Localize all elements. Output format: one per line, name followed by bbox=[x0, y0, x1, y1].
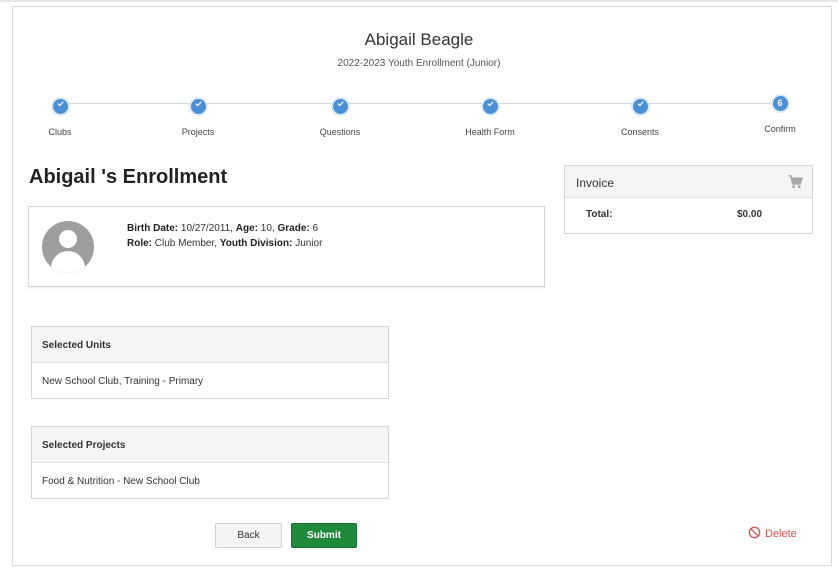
birth-date-label: Birth Date: bbox=[127, 223, 179, 234]
birth-date-value: 10/27/2011, bbox=[180, 223, 233, 234]
step-label: Consents bbox=[620, 127, 660, 137]
check-icon bbox=[632, 99, 648, 114]
step-label: Questions bbox=[319, 127, 361, 137]
step-questions[interactable]: Questions bbox=[280, 96, 400, 137]
invoice-panel: Invoice Total: $0.00 bbox=[564, 165, 813, 234]
invoice-title: Invoice bbox=[576, 176, 615, 190]
step-label: Confirm bbox=[764, 124, 796, 134]
profile-role-line: Role: Club Member, Youth Division: Junio… bbox=[127, 238, 322, 249]
selected-projects-value: Food & Nutrition - New School Club bbox=[42, 476, 200, 487]
step-number: 6 bbox=[772, 96, 788, 111]
ban-icon bbox=[748, 526, 761, 542]
selected-projects-heading: Selected Projects bbox=[32, 427, 388, 463]
check-icon bbox=[52, 99, 68, 114]
submit-button[interactable]: Submit bbox=[291, 523, 357, 548]
step-label: Projects bbox=[181, 127, 215, 137]
age-label: Age: bbox=[235, 223, 259, 234]
role-value: Club Member, bbox=[154, 238, 218, 249]
selected-units-value: New School Club, Training - Primary bbox=[42, 376, 204, 387]
role-label: Role: bbox=[127, 238, 152, 249]
grade-label: Grade: bbox=[277, 223, 310, 234]
cart-icon[interactable] bbox=[788, 175, 804, 194]
division-label: Youth Division: bbox=[219, 238, 293, 249]
age-value: 10, bbox=[260, 223, 275, 234]
profile-details-line: Birth Date: 10/27/2011, Age: 10, Grade: … bbox=[127, 223, 318, 234]
top-divider bbox=[0, 0, 838, 2]
selected-projects-panel: Selected Projects Food & Nutrition - New… bbox=[31, 426, 389, 499]
member-name: Abigail Beagle bbox=[364, 30, 474, 49]
profile-card: Birth Date: 10/27/2011, Age: 10, Grade: … bbox=[28, 206, 545, 287]
step-label: Clubs bbox=[48, 127, 72, 137]
step-confirm[interactable]: 6 Confirm bbox=[720, 96, 838, 134]
invoice-header: Invoice bbox=[565, 166, 812, 198]
selected-units-heading: Selected Units bbox=[32, 327, 388, 363]
check-icon bbox=[190, 99, 206, 114]
invoice-total-value: $0.00 bbox=[737, 209, 763, 220]
check-icon bbox=[482, 99, 498, 114]
delete-label: Delete bbox=[765, 528, 797, 540]
check-icon bbox=[332, 99, 348, 114]
enrollment-subtitle: 2022-2023 Youth Enrollment (Junior) bbox=[337, 58, 501, 69]
division-value: Junior bbox=[295, 238, 323, 249]
step-health-form[interactable]: Health Form bbox=[430, 96, 550, 137]
selected-units-panel: Selected Units New School Club, Training… bbox=[31, 326, 389, 399]
step-label: Health Form bbox=[465, 127, 515, 137]
step-clubs[interactable]: Clubs bbox=[0, 96, 120, 137]
step-consents[interactable]: Consents bbox=[580, 96, 700, 137]
grade-value: 6 bbox=[312, 223, 319, 234]
page-title: Abigail 's Enrollment bbox=[29, 166, 228, 188]
step-projects[interactable]: Projects bbox=[138, 96, 258, 137]
invoice-total-label: Total: bbox=[586, 209, 613, 220]
back-button[interactable]: Back bbox=[215, 523, 282, 548]
avatar bbox=[42, 221, 94, 273]
delete-button[interactable]: Delete bbox=[748, 526, 797, 542]
